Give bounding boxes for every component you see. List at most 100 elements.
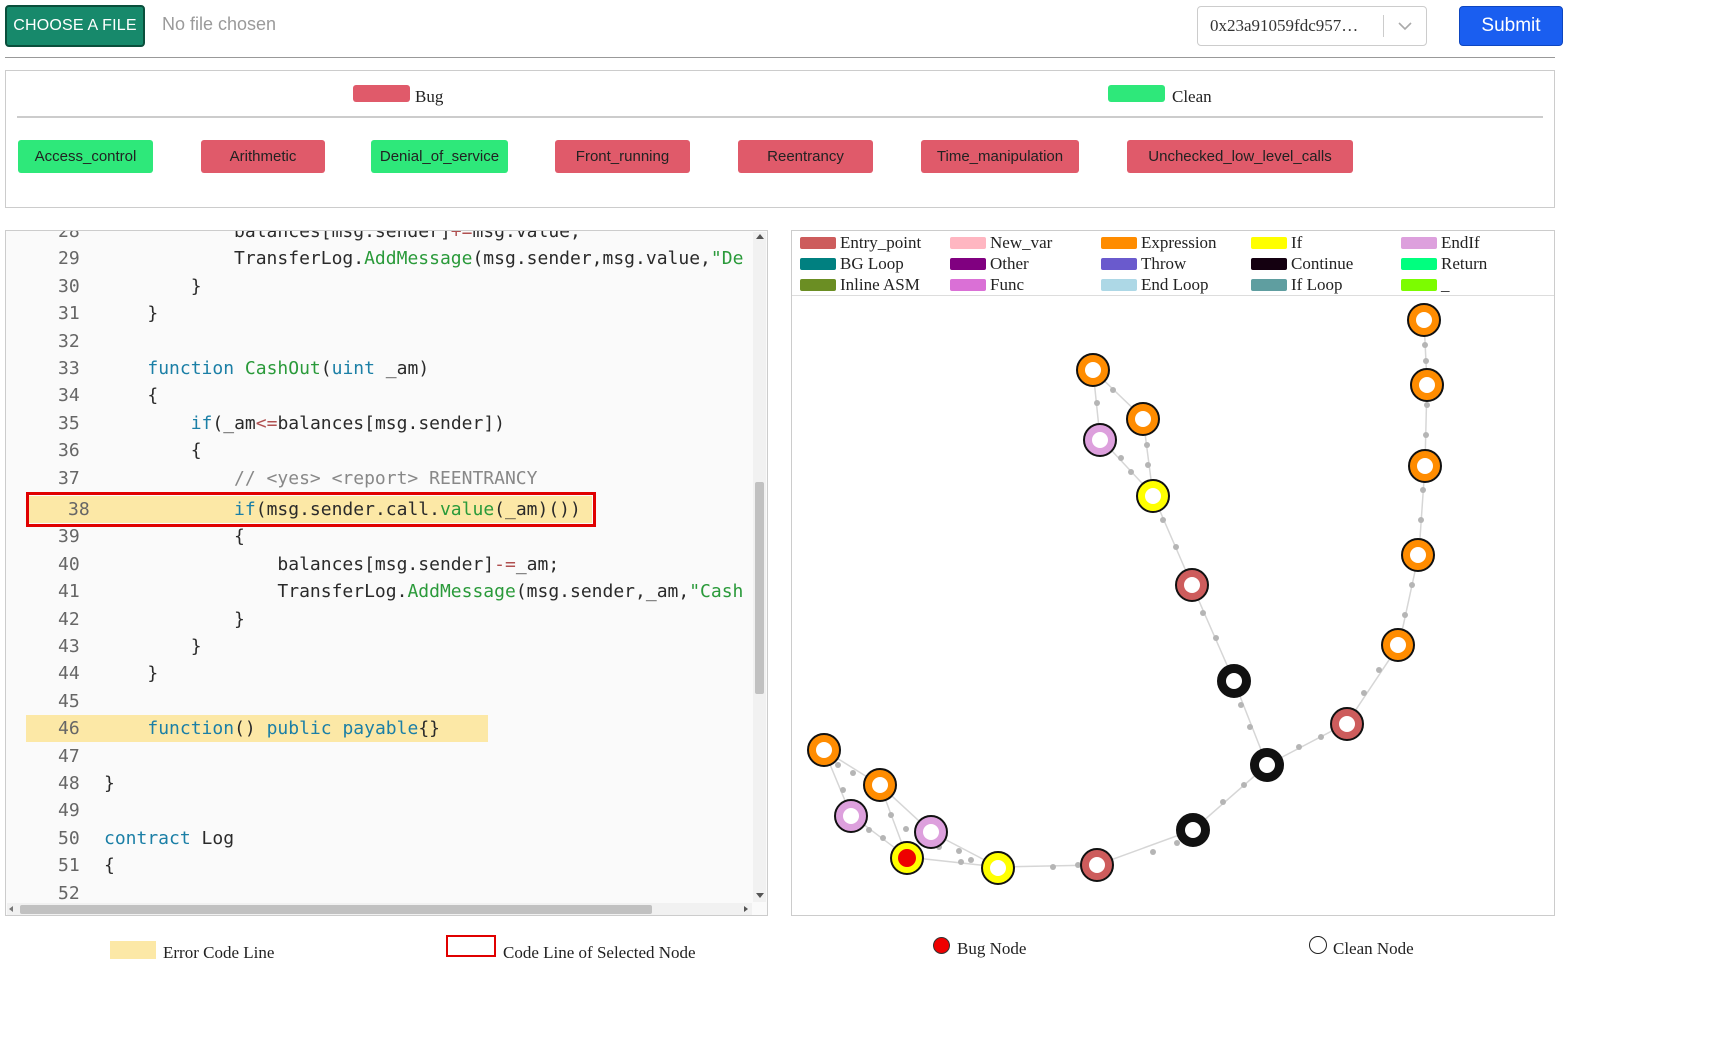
graph-node-entry-point[interactable] [1080, 848, 1114, 882]
line-number: 29 [58, 248, 80, 270]
legend-swatch [1101, 258, 1137, 270]
legend-item: Other [950, 254, 1029, 274]
code-viewer[interactable]: 28 balances[msg.sender]+=msg.value; 29 Tr… [5, 230, 768, 916]
legend-swatch [1401, 237, 1437, 249]
graph-node-expression[interactable] [807, 733, 841, 767]
code-line[interactable]: 50 contract Log [6, 825, 766, 852]
graph-node-expression[interactable] [1401, 538, 1435, 572]
code-line[interactable]: 48} [6, 770, 766, 797]
line-number: 41 [58, 581, 80, 603]
category-arithmetic[interactable]: Arithmetic [201, 140, 325, 173]
graph-node-if[interactable] [981, 851, 1015, 885]
graph-node-continue[interactable] [1176, 813, 1210, 847]
legend-label: BG Loop [840, 254, 904, 273]
line-number: 32 [58, 330, 80, 352]
code-line[interactable]: 33 function CashOut(uint _am) [6, 355, 766, 382]
contract-address-select[interactable]: 0x23a91059fdc957… [1197, 6, 1427, 46]
line-number: 43 [58, 636, 80, 657]
legend-swatch [800, 279, 836, 291]
code-line[interactable]: 32 [6, 328, 766, 355]
code-text: } [104, 663, 159, 685]
line-number: 34 [58, 385, 80, 407]
legend-label: Throw [1141, 254, 1187, 273]
code-text: function CashOut(uint _am) [147, 358, 430, 379]
code-line[interactable]: 35 if(_am<=balances[msg.sender]) [6, 410, 766, 437]
code-line[interactable]: 51 { [6, 852, 766, 879]
graph-node-expression[interactable] [1408, 449, 1442, 483]
line-number: 48 [58, 773, 80, 794]
line-number: 31 [58, 303, 80, 325]
line-number: 51 [58, 855, 80, 877]
graph-node-endif[interactable] [914, 815, 948, 849]
graph-node-expression[interactable] [1126, 402, 1160, 436]
graph-node-entry-point[interactable] [1330, 707, 1364, 741]
bug-legend-label: Bug [415, 87, 444, 106]
category-time-manipulation[interactable]: Time_manipulation [921, 140, 1079, 173]
code-text: balances[msg.sender]-=_am; [104, 553, 560, 575]
legend-swatch [800, 258, 836, 270]
graph-node-expression[interactable] [1407, 303, 1441, 337]
code-line[interactable]: 30 } [6, 273, 766, 300]
legend-label: End Loop [1141, 275, 1209, 294]
code-line[interactable]: 42 } [6, 606, 766, 633]
horizontal-scroll-thumb[interactable] [20, 905, 652, 914]
scroll-right-arrow-icon[interactable] [744, 906, 748, 912]
scroll-down-arrow-icon[interactable] [756, 893, 764, 898]
graph-node-continue[interactable] [1217, 664, 1251, 698]
graph-node-expression[interactable] [1381, 628, 1415, 662]
code-line[interactable]: 45 [6, 688, 766, 715]
vertical-scroll-thumb[interactable] [755, 482, 764, 694]
line-number: 42 [58, 608, 80, 630]
graph-node-continue[interactable] [1250, 748, 1284, 782]
graph-node-if-bug[interactable] [890, 841, 924, 875]
category-access-control[interactable]: Access_control [18, 140, 153, 173]
code-line[interactable]: 49 [6, 797, 766, 824]
category-reentrancy[interactable]: Reentrancy [738, 140, 873, 173]
code-line[interactable]: 39 { [6, 523, 766, 550]
code-line[interactable]: 28 balances[msg.sender]+=msg.value; [6, 231, 766, 245]
code-line[interactable]: 43 } [6, 633, 766, 660]
code-line[interactable]: 44 } [6, 660, 766, 687]
legend-item: Func [950, 275, 1024, 295]
graph-nodes[interactable] [807, 303, 1444, 885]
graph-node-entry-point[interactable] [1175, 568, 1209, 602]
graph-node-endif[interactable] [1083, 423, 1117, 457]
code-line[interactable]: 31 } [6, 300, 766, 327]
category-denial-of-service[interactable]: Denial_of_service [371, 140, 508, 173]
code-line[interactable]: 46 function() public payable{} [6, 715, 766, 743]
code-line[interactable]: 41 TransferLog.AddMessage(msg.sender,_am… [6, 578, 766, 605]
code-line[interactable]: 36 { [6, 437, 766, 464]
scroll-up-arrow-icon[interactable] [756, 234, 764, 239]
graph-node-expression[interactable] [1076, 353, 1110, 387]
line-number: 45 [58, 690, 80, 712]
code-line[interactable]: 47 [6, 743, 766, 770]
legend-item: If Loop [1251, 275, 1342, 295]
graph-node-expression[interactable] [1410, 368, 1444, 402]
line-number: 44 [58, 663, 80, 685]
code-line[interactable]: 34 { [6, 382, 766, 409]
scroll-left-arrow-icon[interactable] [9, 906, 13, 912]
file-status-text: No file chosen [162, 14, 277, 34]
code-line[interactable]: 38 if(msg.sender.call.value(_am)()) [6, 492, 766, 527]
bug-node-swatch [933, 937, 950, 954]
code-line[interactable]: 29 TransferLog.AddMessage(msg.sender,msg… [6, 245, 766, 272]
graph-node-expression[interactable] [863, 768, 897, 802]
divider [5, 57, 1555, 58]
graph-node-if[interactable] [1136, 479, 1170, 513]
legend-label: Return [1441, 254, 1488, 273]
category-unchecked-low-level-calls[interactable]: Unchecked_low_level_calls [1127, 140, 1353, 173]
code-line[interactable]: 37 // <yes> <report> REENTRANCY [6, 465, 766, 492]
code-text: } [104, 773, 115, 794]
control-flow-graph[interactable] [791, 295, 1555, 915]
code-text: TransferLog.AddMessage(msg.sender,_am,"C… [104, 581, 744, 603]
choose-file-button[interactable]: CHOOSE A FILE [5, 5, 145, 47]
legend-item: Entry_point [800, 233, 921, 253]
code-line[interactable]: 40 balances[msg.sender]-=_am; [6, 551, 766, 578]
submit-button[interactable]: Submit [1459, 6, 1563, 46]
category-front-running[interactable]: Front_running [555, 140, 690, 173]
line-number: 36 [58, 440, 80, 462]
legend-swatch [800, 237, 836, 249]
chevron-down-icon[interactable] [1384, 21, 1426, 31]
graph-node-endif[interactable] [834, 799, 868, 833]
line-number: 40 [58, 553, 80, 575]
